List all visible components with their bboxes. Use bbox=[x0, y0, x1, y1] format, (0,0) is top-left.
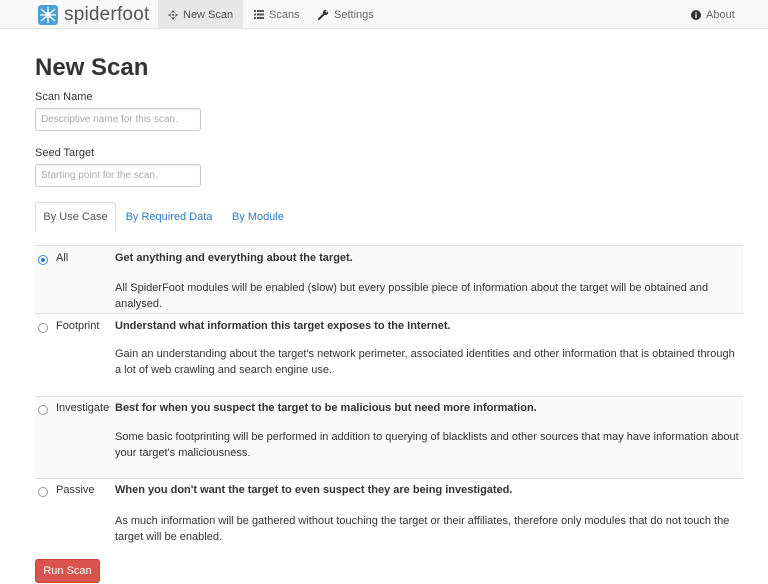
use-case-heading: When you don't want the target to even s… bbox=[115, 484, 513, 496]
use-case-heading: Understand what information this target … bbox=[115, 320, 451, 332]
tab-by-module[interactable]: By Module bbox=[222, 202, 294, 232]
use-case-description: All SpiderFoot modules will be enabled (… bbox=[115, 282, 709, 310]
use-case-row-all: All Get anything and everything about th… bbox=[35, 245, 743, 313]
scan-name-input[interactable] bbox=[35, 108, 201, 131]
use-case-row-investigate: Investigate Best for when you suspect th… bbox=[35, 396, 743, 478]
use-case-heading: Best for when you suspect the target to … bbox=[115, 402, 537, 414]
spiderfoot-logo-icon bbox=[38, 5, 58, 25]
use-case-radio-all[interactable] bbox=[38, 255, 48, 265]
nav-new-scan-label: New Scan bbox=[183, 8, 234, 21]
brand-link[interactable]: spiderfoot bbox=[38, 4, 149, 26]
nav-about-label: About bbox=[706, 8, 735, 21]
use-case-name: All bbox=[56, 252, 69, 264]
seed-target-label: Seed Target bbox=[35, 147, 95, 159]
tab-by-use-case[interactable]: By Use Case bbox=[35, 202, 116, 232]
use-case-name: Passive bbox=[56, 484, 95, 496]
seed-target-input[interactable] bbox=[35, 164, 201, 187]
use-case-row-passive: Passive When you don't want the target t… bbox=[35, 478, 743, 550]
use-case-description: Gain an understanding about the target's… bbox=[115, 348, 735, 376]
brand-name: spiderfoot bbox=[64, 4, 150, 25]
nav-new-scan[interactable]: New Scan bbox=[158, 0, 244, 29]
use-case-description: As much information will be gathered wit… bbox=[115, 515, 730, 543]
list-icon bbox=[254, 10, 264, 19]
use-case-row-footprint: Footprint Understand what information th… bbox=[35, 313, 743, 396]
crosshair-icon bbox=[168, 9, 178, 20]
run-scan-button[interactable]: Run Scan bbox=[35, 559, 100, 583]
use-case-heading: Get anything and everything about the ta… bbox=[115, 252, 353, 264]
nav-settings-label: Settings bbox=[334, 8, 374, 21]
nav-about[interactable]: About bbox=[681, 0, 745, 29]
use-case-radio-investigate[interactable] bbox=[38, 405, 48, 415]
use-case-description: Some basic footprinting will be performe… bbox=[115, 431, 739, 459]
use-case-radio-passive[interactable] bbox=[38, 487, 48, 497]
use-case-radio-footprint[interactable] bbox=[38, 323, 48, 333]
use-case-name: Investigate bbox=[56, 402, 110, 414]
info-circle-icon bbox=[691, 9, 701, 20]
tab-by-required-data[interactable]: By Required Data bbox=[118, 202, 220, 232]
navbar: spiderfoot New Scan Scans Settings About bbox=[0, 0, 768, 29]
use-case-name: Footprint bbox=[56, 320, 100, 332]
nav-settings[interactable]: Settings bbox=[308, 0, 384, 29]
wrench-icon bbox=[318, 9, 329, 20]
scan-mode-tabs: By Use Case By Required Data By Module bbox=[35, 202, 743, 232]
nav-scans[interactable]: Scans bbox=[244, 0, 310, 29]
nav-scans-label: Scans bbox=[269, 8, 300, 21]
page-title: New Scan bbox=[35, 54, 149, 81]
scan-name-label: Scan Name bbox=[35, 91, 93, 103]
